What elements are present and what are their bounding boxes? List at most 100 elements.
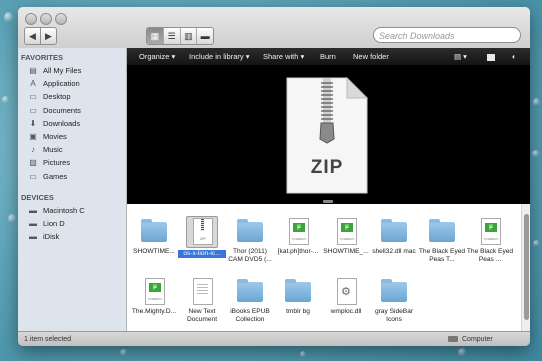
- sidebar-item-lion-d[interactable]: ▬ Lion D: [18, 217, 126, 230]
- file-item[interactable]: SHOWTIME...: [130, 216, 178, 256]
- status-bar: 1 item selected Computer: [18, 331, 530, 346]
- scrollbar-thumb[interactable]: [524, 214, 529, 320]
- file-item[interactable]: tmblr bg: [274, 276, 322, 316]
- sidebar-item-desktop[interactable]: ▭ Desktop: [18, 90, 126, 103]
- forward-button[interactable]: ▶: [40, 27, 57, 45]
- file-item[interactable]: shell32.dll mac: [370, 216, 418, 256]
- file-item[interactable]: μ TORRENT The.Mighty.D...: [130, 276, 178, 316]
- sidebar-item-all-my-files[interactable]: ▤ All My Files: [18, 64, 126, 77]
- applications-icon: A: [30, 79, 36, 89]
- sidebar-item-downloads[interactable]: ⬇ Downloads: [18, 117, 126, 130]
- sidebar-item-label: All My Files: [43, 66, 82, 76]
- torrent-icon-text: TORRENT: [483, 237, 499, 241]
- zip-icon-text: ZIP: [199, 236, 207, 241]
- file-item[interactable]: μ TORRENT [kat.ph]thor-...: [274, 216, 322, 256]
- desktop-background: [458, 348, 467, 357]
- idisk-icon: ▬: [29, 232, 37, 242]
- folder-icon: [379, 216, 409, 246]
- torrent-icon-text: TORRENT: [147, 297, 163, 301]
- include-in-library-menu[interactable]: Include in library ▾: [189, 48, 249, 65]
- preview-pane-icon[interactable]: [487, 48, 495, 65]
- desktop-background: [4, 12, 13, 24]
- desktop-background: [533, 98, 540, 107]
- list-view-button[interactable]: ☰: [164, 28, 181, 44]
- desktop-background: [533, 240, 540, 247]
- organize-menu[interactable]: Organize ▾: [139, 48, 175, 65]
- location-label: Computer: [462, 336, 493, 343]
- folder-icon: [139, 216, 169, 246]
- desktop-background: [2, 96, 9, 104]
- back-button[interactable]: ◀: [24, 27, 41, 45]
- computer-icon: [448, 336, 458, 343]
- share-with-menu[interactable]: Share with ▾: [263, 48, 304, 65]
- vertical-scrollbar[interactable]: [521, 204, 530, 331]
- games-icon: ▭: [29, 171, 37, 181]
- file-item[interactable]: Thor (2011) CAM DVD5 (...: [226, 216, 274, 264]
- file-name: [kat.ph]thor-...: [277, 248, 319, 255]
- desktop-background: [300, 351, 306, 358]
- location-status: Computer: [448, 332, 493, 346]
- sidebar-item-application[interactable]: A Application: [18, 77, 126, 90]
- cover-flow-button[interactable]: ▬: [197, 28, 213, 44]
- sidebar-item-pictures[interactable]: ▧ Pictures: [18, 156, 126, 169]
- sidebar-heading-devices: DEVICES: [21, 192, 54, 202]
- burn-button[interactable]: Burn: [320, 48, 336, 65]
- file-item[interactable]: μ TORRENT The Black Eyed Peas ...: [466, 216, 514, 264]
- folder-icon: [235, 276, 265, 306]
- title-bar: ◀ ▶ ▦ ☰ ▥ ▬ Search Downloads: [18, 7, 530, 49]
- file-name: SHOWTIME_...: [323, 248, 369, 255]
- back-arrow-icon: ◀: [29, 31, 36, 41]
- sidebar: FAVORITES ▤ All My Files A Application ▭ De…: [18, 48, 127, 331]
- column-view-button[interactable]: ▥: [181, 28, 198, 44]
- file-item[interactable]: gray SideBar Icons: [370, 276, 418, 324]
- folder-icon: [235, 216, 265, 246]
- music-icon: ♪: [31, 145, 35, 155]
- finder-window: ◀ ▶ ▦ ☰ ▥ ▬ Search Downloads FAVORITES ▤…: [18, 7, 530, 346]
- sidebar-item-documents[interactable]: ▭ Documents: [18, 104, 126, 117]
- sidebar-item-games[interactable]: ▭ Games: [18, 170, 126, 183]
- file-name: wmploc.dll: [330, 308, 362, 315]
- sidebar-item-idisk[interactable]: ▬ iDisk: [18, 230, 126, 243]
- file-item[interactable]: iBooks EPUB Collection: [226, 276, 274, 324]
- sidebar-item-movies[interactable]: ▣ Movies: [18, 130, 126, 143]
- sidebar-heading-favorites: FAVORITES: [21, 53, 63, 62]
- file-name: os-x-lion-ic...: [178, 250, 226, 258]
- file-item[interactable]: μ TORRENT SHOWTIME_...: [322, 216, 370, 256]
- desktop-background: [8, 214, 16, 224]
- search-placeholder: Search Downloads: [379, 31, 455, 41]
- sidebar-item-music[interactable]: ♪ Music: [18, 143, 126, 156]
- new-folder-button[interactable]: New folder: [353, 48, 389, 65]
- sidebar-item-macintosh-c[interactable]: ▬ Macintosh C: [18, 204, 126, 217]
- file-item[interactable]: ZIP os-x-lion-ic...: [178, 216, 226, 258]
- hard-drive-icon: ▬: [29, 205, 37, 215]
- file-name: SHOWTIME...: [133, 248, 175, 255]
- file-item[interactable]: ⚙ wmploc.dll: [322, 276, 370, 316]
- desktop-background: [532, 150, 540, 158]
- view-options-icon[interactable]: ▤ ▾: [454, 48, 467, 65]
- zip-file-icon: [286, 76, 369, 194]
- pane-resize-handle[interactable]: [323, 200, 333, 203]
- file-item[interactable]: The Black Eyed Peas T...: [418, 216, 466, 264]
- file-name: The Black Eyed Peas ...: [466, 248, 514, 263]
- minimize-button[interactable]: [40, 13, 52, 25]
- file-name: shell32.dll mac: [372, 248, 416, 255]
- sidebar-item-label: Games: [43, 171, 68, 181]
- documents-icon: ▭: [29, 105, 37, 115]
- search-input[interactable]: Search Downloads: [373, 27, 521, 43]
- file-item[interactable]: New Text Document: [178, 276, 226, 324]
- torrent-file-icon: μ TORRENT: [331, 216, 361, 246]
- file-name: gray SideBar Icons: [374, 308, 414, 323]
- help-icon[interactable]: ◐: [512, 48, 517, 65]
- sidebar-item-label: Downloads: [43, 118, 81, 128]
- preview-file-type-label: ZIP: [310, 157, 344, 178]
- torrent-icon-text: TORRENT: [339, 237, 355, 241]
- hard-drive-icon: ▬: [29, 218, 37, 228]
- sidebar-item-label: Pictures: [43, 158, 71, 168]
- forward-arrow-icon: ▶: [45, 31, 52, 41]
- zoom-button[interactable]: [55, 13, 67, 25]
- folder-icon: [283, 276, 313, 306]
- icon-view-button[interactable]: ▦: [147, 28, 164, 44]
- close-button[interactable]: [25, 13, 37, 25]
- text-document-icon: [187, 276, 217, 306]
- torrent-icon-text: TORRENT: [291, 237, 307, 241]
